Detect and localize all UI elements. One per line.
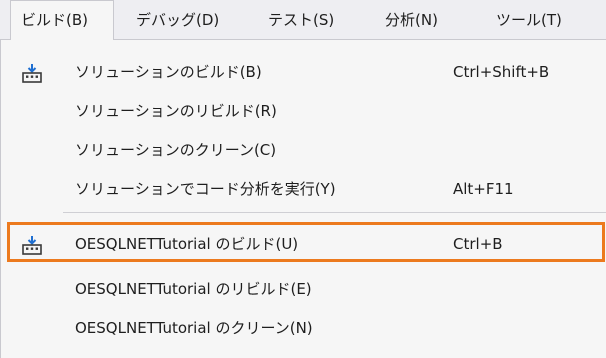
menu-debug[interactable]: デバッグ(D)	[136, 0, 219, 40]
menu-tools[interactable]: ツール(T)	[496, 0, 562, 40]
build-solution-icon	[22, 64, 42, 83]
menu-item-clean-project[interactable]: OESQLNETTutorial のクリーン(N)	[1, 310, 606, 346]
menu-item-clean-solution[interactable]: ソリューションのクリーン(C)	[1, 132, 606, 168]
menu-debug-label: デバッグ(D)	[136, 11, 220, 29]
menu-item-build-project[interactable]: OESQLNETTutorial のビルド(U) Ctrl+B	[1, 222, 606, 262]
menu-tools-label: ツール(T)	[496, 11, 562, 29]
menu-test-label: テスト(S)	[268, 11, 335, 29]
menu-item-label: ソリューションでコード分析を実行(Y)	[75, 180, 336, 198]
menu-item-shortcut: Alt+F11	[453, 180, 514, 198]
menu-test[interactable]: テスト(S)	[268, 0, 334, 40]
menu-item-shortcut: Ctrl+Shift+B	[453, 63, 550, 81]
menu-item-label: OESQLNETTutorial のビルド(U)	[75, 235, 299, 253]
menu-build-label: ビルド(B)	[21, 11, 88, 29]
menu-item-rebuild-project[interactable]: OESQLNETTutorial のリビルド(E)	[1, 271, 606, 307]
menu-item-rebuild-solution[interactable]: ソリューションのリビルド(R)	[1, 93, 606, 129]
menu-item-shortcut: Ctrl+B	[453, 235, 503, 253]
menu-bar: ビルド(B) デバッグ(D) テスト(S) 分析(N) ツール(T)	[0, 0, 606, 40]
menu-item-build-solution[interactable]: ソリューションのビルド(B) Ctrl+Shift+B	[1, 54, 606, 90]
build-project-icon	[22, 236, 42, 255]
menu-item-label: OESQLNETTutorial のクリーン(N)	[75, 319, 313, 337]
menu-analyze-label: 分析(N)	[385, 11, 438, 29]
menu-build[interactable]: ビルド(B)	[10, 0, 114, 40]
menu-item-label: ソリューションのビルド(B)	[75, 63, 262, 81]
menu-item-run-code-analysis[interactable]: ソリューションでコード分析を実行(Y) Alt+F11	[1, 171, 606, 207]
menu-analyze[interactable]: 分析(N)	[385, 0, 438, 40]
menu-item-label: ソリューションのクリーン(C)	[75, 141, 277, 159]
menu-item-label: OESQLNETTutorial のリビルド(E)	[75, 280, 312, 298]
menu-item-label: ソリューションのリビルド(R)	[75, 102, 277, 120]
menu-separator	[63, 212, 606, 213]
build-menu-dropdown: ソリューションのビルド(B) Ctrl+Shift+B ソリューションのリビルド…	[0, 39, 606, 358]
